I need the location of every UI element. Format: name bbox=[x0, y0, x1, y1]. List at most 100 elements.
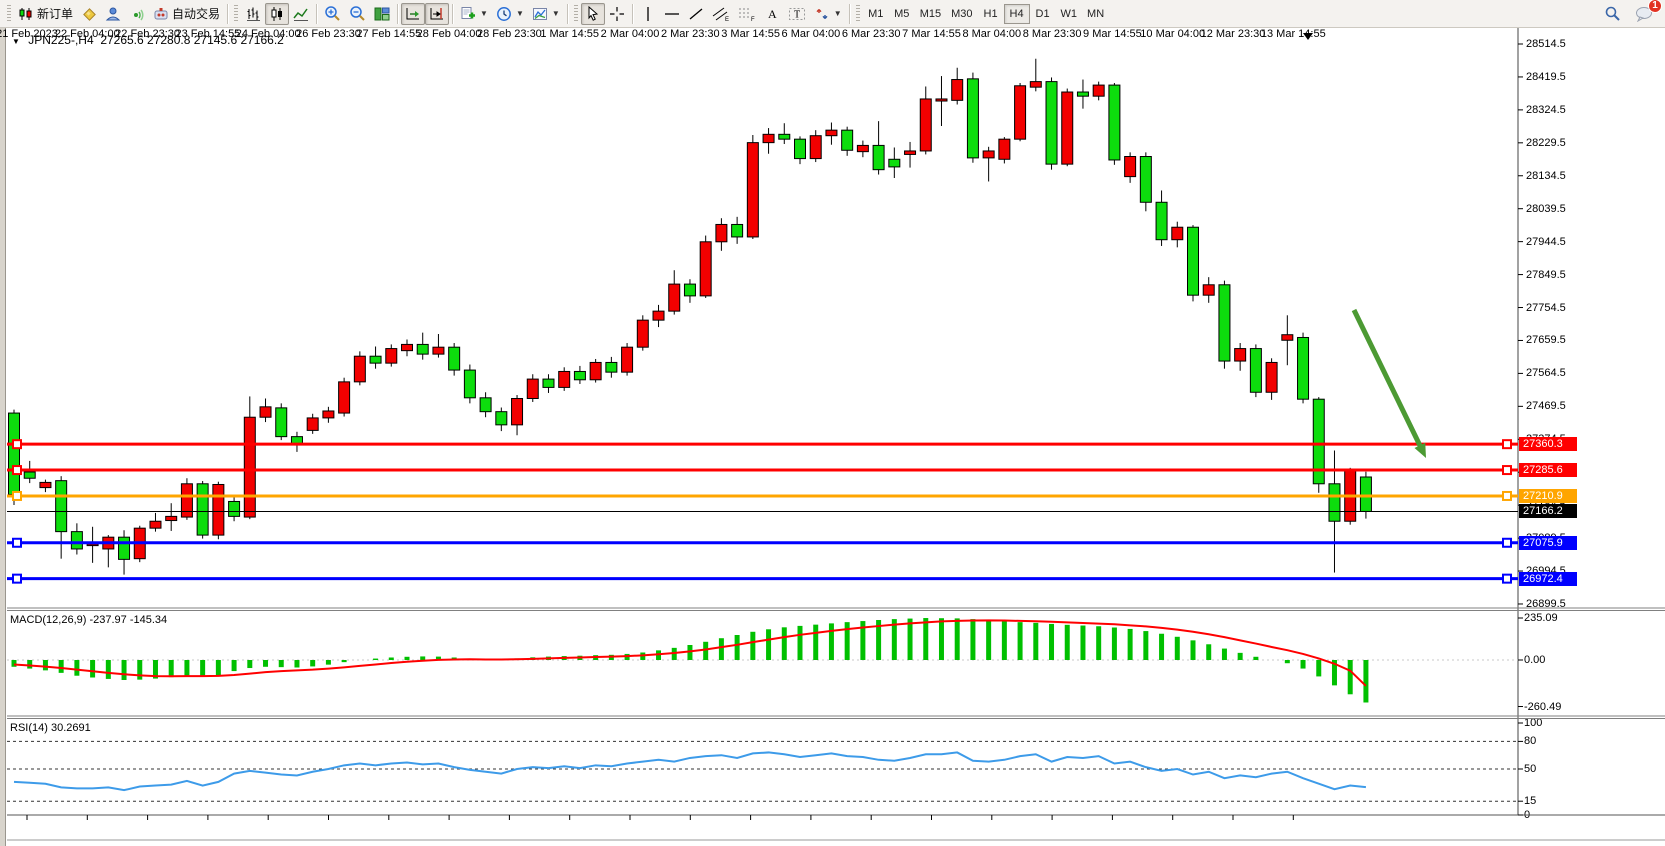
candle bbox=[56, 481, 67, 532]
toolbar: 新订单 自动交 bbox=[0, 0, 1665, 28]
notifications-button[interactable]: 1 bbox=[1631, 3, 1657, 25]
bar-chart-button[interactable] bbox=[241, 3, 265, 25]
line-handle[interactable] bbox=[13, 440, 21, 448]
candle bbox=[905, 151, 916, 154]
candle bbox=[1015, 86, 1026, 139]
toolbar-grip[interactable] bbox=[234, 5, 238, 23]
line-handle[interactable] bbox=[13, 492, 21, 500]
candle bbox=[732, 224, 743, 236]
line-handle[interactable] bbox=[1503, 539, 1511, 547]
timeframe-m5-button[interactable]: M5 bbox=[889, 4, 915, 24]
timeframe-m30-button[interactable]: M30 bbox=[946, 4, 977, 24]
candlestick-chart-button[interactable] bbox=[265, 3, 289, 25]
candle bbox=[181, 484, 192, 517]
chart-canvas[interactable]: ▼ JPN225-,H4 27265.6 27280.8 27145.6 271… bbox=[0, 28, 1665, 846]
accounts-button[interactable] bbox=[101, 3, 125, 25]
candle bbox=[40, 482, 51, 487]
toolbar-separator bbox=[849, 4, 850, 24]
timeframe-h4-button[interactable]: H4 bbox=[1004, 4, 1030, 24]
candle bbox=[1030, 82, 1041, 88]
new-order-button[interactable]: 新订单 bbox=[14, 3, 77, 25]
candle bbox=[1172, 227, 1183, 239]
equidistant-channel-button[interactable]: E bbox=[708, 3, 734, 25]
new-chart-icon bbox=[460, 6, 476, 22]
zoom-out-button[interactable] bbox=[345, 3, 370, 25]
price-tag: 27166.2 bbox=[1519, 504, 1577, 518]
signals-button[interactable] bbox=[125, 3, 149, 25]
candle bbox=[920, 99, 931, 151]
zoom-in-button[interactable] bbox=[320, 3, 345, 25]
plot-surface[interactable] bbox=[0, 28, 1665, 846]
candle bbox=[606, 362, 617, 372]
candle bbox=[857, 145, 868, 151]
svg-text:F: F bbox=[751, 17, 755, 22]
periods-button[interactable]: ▼ bbox=[492, 3, 528, 25]
line-handle[interactable] bbox=[1503, 466, 1511, 474]
line-handle[interactable] bbox=[1503, 492, 1511, 500]
cursor-button[interactable] bbox=[581, 3, 605, 25]
toolbar-separator bbox=[632, 4, 633, 24]
toolbar-grip[interactable] bbox=[7, 5, 11, 23]
templates-button[interactable]: ▼ bbox=[528, 3, 564, 25]
candle bbox=[574, 371, 585, 379]
new-order-icon bbox=[18, 6, 34, 22]
auto-trading-button[interactable]: 自动交易 bbox=[149, 3, 224, 25]
candle bbox=[386, 349, 397, 364]
arrow-annotation[interactable] bbox=[1354, 310, 1422, 449]
candle bbox=[119, 537, 130, 559]
rsi-line bbox=[14, 752, 1366, 790]
new-chart-button[interactable]: ▼ bbox=[456, 3, 492, 25]
candle bbox=[354, 356, 365, 382]
candle bbox=[166, 516, 177, 520]
candle bbox=[810, 136, 821, 159]
toolbar-grip[interactable] bbox=[856, 5, 860, 23]
line-handle[interactable] bbox=[13, 539, 21, 547]
chart-title: ▼ JPN225-,H4 27265.6 27280.8 27145.6 271… bbox=[12, 33, 284, 47]
line-handle[interactable] bbox=[13, 466, 21, 474]
candle bbox=[1282, 335, 1293, 341]
candle bbox=[842, 130, 853, 150]
auto-scroll-button[interactable] bbox=[401, 3, 425, 25]
text-button[interactable]: A bbox=[760, 3, 784, 25]
candle bbox=[229, 501, 240, 516]
line-handle[interactable] bbox=[1503, 575, 1511, 583]
trendline-icon bbox=[688, 6, 704, 22]
search-button[interactable] bbox=[1600, 3, 1625, 25]
market-watch-button[interactable] bbox=[77, 3, 101, 25]
vertical-line-button[interactable] bbox=[636, 3, 660, 25]
chart-shift-button[interactable] bbox=[425, 3, 449, 25]
one-click-trading-icon[interactable]: ▼ bbox=[12, 37, 20, 46]
timeframe-mn-button[interactable]: MN bbox=[1082, 4, 1109, 24]
timeframe-d1-button[interactable]: D1 bbox=[1030, 4, 1056, 24]
price-tag: 27075.9 bbox=[1519, 536, 1577, 550]
timeframe-m1-button[interactable]: M1 bbox=[863, 4, 889, 24]
crosshair-button[interactable] bbox=[605, 3, 629, 25]
candle bbox=[527, 379, 538, 398]
text-label-button[interactable]: T bbox=[784, 3, 810, 25]
candle bbox=[370, 356, 381, 363]
toolbar-separator bbox=[452, 4, 453, 24]
line-handle[interactable] bbox=[13, 575, 21, 583]
line-chart-button[interactable] bbox=[289, 3, 313, 25]
candle bbox=[1188, 227, 1199, 295]
toolbar-grip[interactable] bbox=[574, 5, 578, 23]
timeframe-m15-button[interactable]: M15 bbox=[915, 4, 946, 24]
timeframe-w1-button[interactable]: W1 bbox=[1056, 4, 1083, 24]
fibonacci-button[interactable]: F bbox=[734, 3, 760, 25]
client-icon bbox=[105, 6, 121, 22]
arrows-button[interactable]: ▼ bbox=[810, 3, 846, 25]
mt4-window: 新订单 自动交 bbox=[0, 0, 1665, 846]
dropdown-caret-icon: ▼ bbox=[480, 9, 488, 18]
candle bbox=[213, 484, 224, 535]
candle bbox=[1077, 92, 1088, 96]
candle bbox=[1125, 157, 1136, 177]
toolbar-separator bbox=[316, 4, 317, 24]
trendline-button[interactable] bbox=[684, 3, 708, 25]
line-handle[interactable] bbox=[1503, 440, 1511, 448]
candle bbox=[1140, 157, 1151, 203]
timeframe-h1-button[interactable]: H1 bbox=[978, 4, 1004, 24]
price-tag: 27285.6 bbox=[1519, 463, 1577, 477]
dropdown-caret-icon: ▼ bbox=[552, 9, 560, 18]
horizontal-line-button[interactable] bbox=[660, 3, 684, 25]
tile-windows-button[interactable] bbox=[370, 3, 394, 25]
